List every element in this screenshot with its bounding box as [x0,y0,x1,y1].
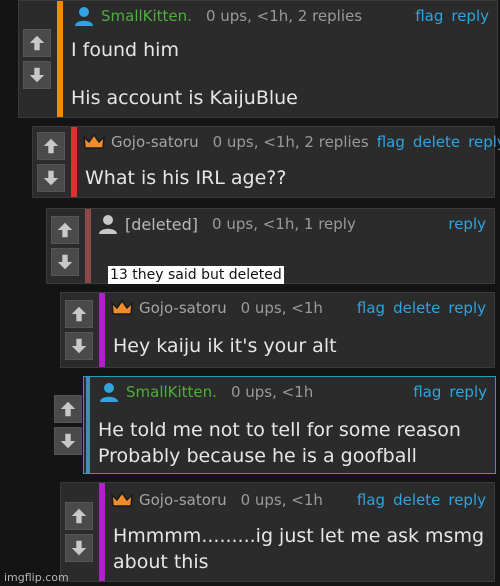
username[interactable]: SmallKitten. [101,7,192,25]
comment-1: SmallKitten. 0 ups, <1h, 2 replies flag … [18,0,498,118]
comment-text-line: Hey kaiju ik it's your alt [113,335,337,357]
downvote-button[interactable] [54,427,82,455]
crown-icon [111,489,133,511]
username[interactable]: Gojo-satoru [139,491,227,509]
delete-link[interactable]: delete [413,133,460,151]
upvote-button[interactable] [23,29,51,57]
comment-header: SmallKitten. 0 ups, <1h flag reply [98,381,487,403]
arrow-up-icon [57,222,73,238]
crown-icon [83,131,105,153]
comment-5: SmallKitten. 0 ups, <1h flag reply He to… [54,376,496,474]
reply-link[interactable]: reply [468,133,500,151]
comment-meta: 0 ups, <1h, 2 replies [205,7,363,25]
reply-link[interactable]: reply [451,7,489,25]
thread-stripe [71,127,77,197]
comment-header: Gojo-satoru 0 ups, <1h flag delete reply [111,297,486,319]
overlay-caption: 13 they said but deleted [108,266,284,284]
comment-meta: 0 ups, <1h [240,299,323,317]
upvote-button[interactable] [37,132,65,160]
comment-text-line: What is his IRL age?? [85,167,287,189]
arrow-down-icon [57,254,73,270]
arrow-down-icon [71,338,87,354]
user-icon [73,5,95,27]
user-icon [97,213,119,235]
arrow-down-icon [60,433,76,449]
arrow-up-icon [29,35,45,51]
username[interactable]: Gojo-satoru [139,299,227,317]
flag-link[interactable]: flag [357,491,385,509]
comment-4: Gojo-satoru 0 ups, <1h flag delete reply… [60,292,495,368]
downvote-button[interactable] [65,332,93,360]
thread-stripe [99,483,105,581]
username: [deleted] [125,214,199,234]
vote-controls [19,1,55,117]
comment-text-line: Hmmmm.........ig just let me ask msmg [113,525,485,547]
comment-meta: 0 ups, <1h [240,491,323,509]
comment-6: Gojo-satoru 0 ups, <1h flag delete reply… [60,482,495,582]
crown-icon [111,297,133,319]
downvote-button[interactable] [51,248,79,276]
comment-2: Gojo-satoru 0 ups, <1h, 2 replies flag d… [32,126,500,198]
arrow-down-icon [71,540,87,556]
comment-text-line: He told me not to tell for some reason [98,419,461,441]
comment-text-line: I found him [71,39,179,61]
comment-meta: 0 ups, <1h, 1 reply [212,215,356,233]
flag-link[interactable]: flag [413,383,441,401]
comment-header: Gojo-satoru 0 ups, <1h flag delete reply [111,489,486,511]
upvote-button[interactable] [51,216,79,244]
delete-link[interactable]: delete [393,491,440,509]
arrow-up-icon [71,508,87,524]
downvote-button[interactable] [23,61,51,89]
upvote-button[interactable] [54,395,82,423]
flag-link[interactable]: flag [377,133,405,151]
thread-stripe [57,1,63,117]
downvote-button[interactable] [37,164,65,192]
comment-header: Gojo-satoru 0 ups, <1h, 2 replies flag d… [83,131,500,153]
reply-link[interactable]: reply [449,383,487,401]
vote-controls [50,377,86,473]
reply-link[interactable]: reply [448,491,486,509]
thread-stripe [86,377,90,473]
vote-controls [47,209,83,283]
vote-controls [61,483,97,581]
user-icon [98,381,120,403]
flag-link[interactable]: flag [415,7,443,25]
thread-stripe [99,293,105,367]
vote-controls [61,293,97,367]
username[interactable]: Gojo-satoru [111,133,199,151]
thread-stripe [85,209,91,283]
reply-link[interactable]: reply [448,215,486,233]
reply-link[interactable]: reply [448,299,486,317]
watermark: imgflip.com [4,571,69,584]
username[interactable]: SmallKitten. [126,383,217,401]
comment-meta: 0 ups, <1h [230,383,314,401]
upvote-button[interactable] [65,502,93,530]
arrow-down-icon [43,170,59,186]
comment-text-line: His account is KaijuBlue [71,87,298,109]
comment-text-line: Probably because he is a goofball [98,445,417,467]
arrow-up-icon [71,306,87,322]
comment-header: SmallKitten. 0 ups, <1h, 2 replies flag … [73,5,489,27]
arrow-up-icon [43,138,59,154]
arrow-down-icon [29,67,45,83]
upvote-button[interactable] [65,300,93,328]
comment-meta: 0 ups, <1h, 2 replies [212,133,369,151]
vote-controls [33,127,69,197]
arrow-up-icon [60,401,76,417]
comment-header: [deleted] 0 ups, <1h, 1 reply reply [97,213,486,235]
downvote-button[interactable] [65,534,93,562]
delete-link[interactable]: delete [393,299,440,317]
comment-text-line: about this [113,551,209,573]
flag-link[interactable]: flag [357,299,385,317]
